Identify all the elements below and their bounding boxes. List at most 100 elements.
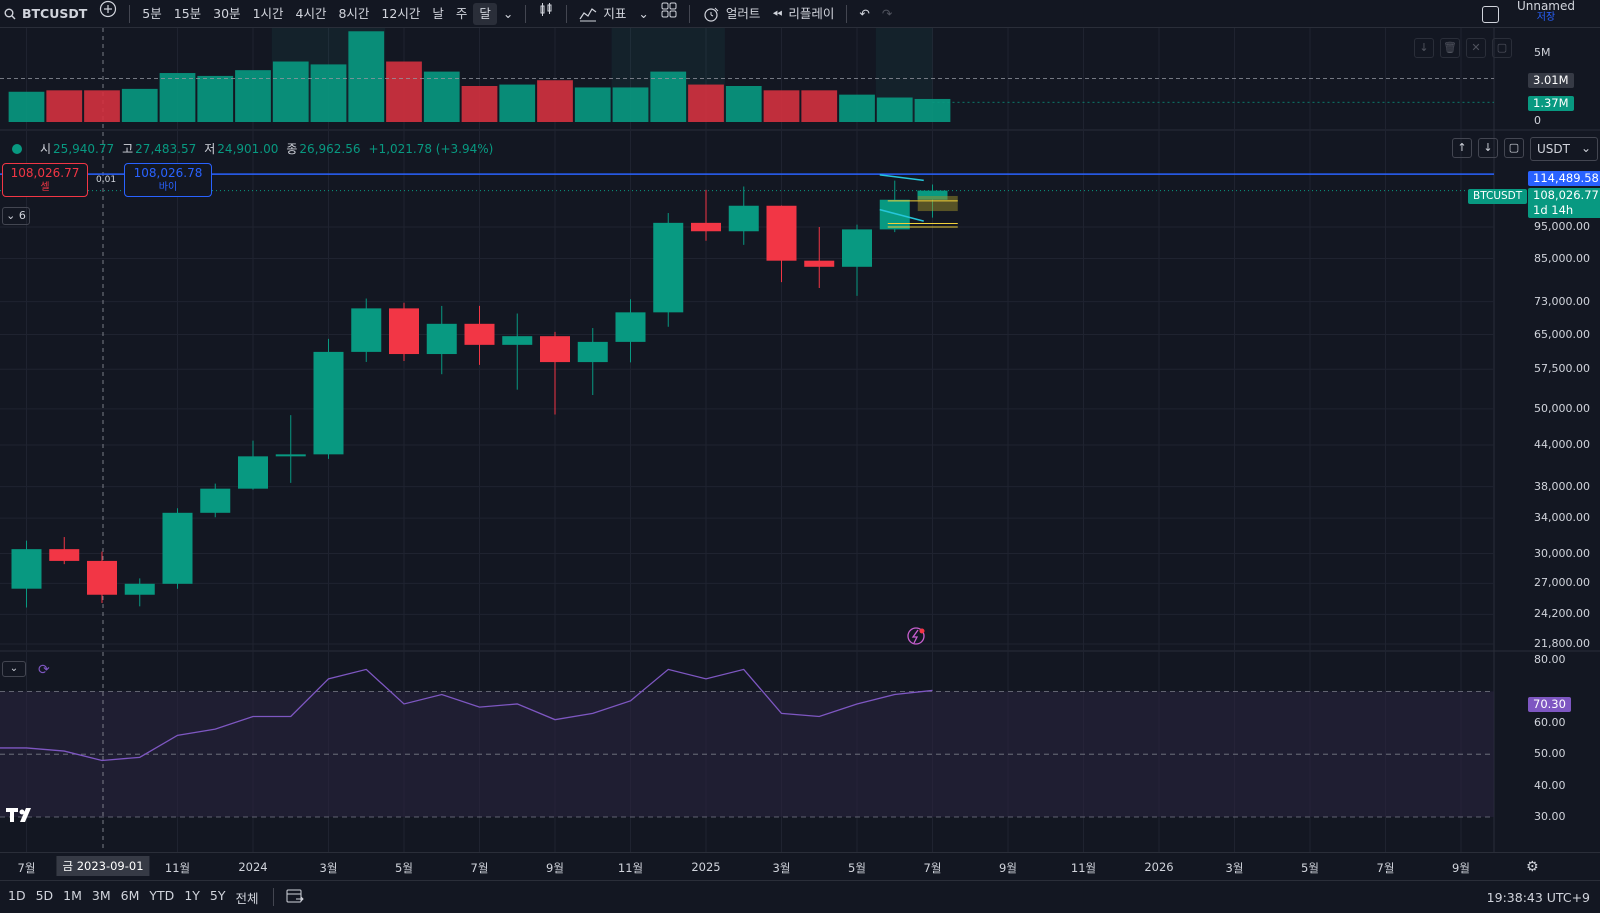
price-axis-label: 21,800.00	[1534, 637, 1590, 650]
last-price: 108,026.77	[1533, 188, 1599, 202]
interval-month[interactable]: 달	[473, 2, 497, 25]
time-axis-label: 9월	[1452, 861, 1470, 875]
interval-8h[interactable]: 8시간	[332, 0, 375, 28]
volume-bar	[763, 90, 800, 122]
layout-grid-icon[interactable]	[655, 0, 683, 28]
interval-day[interactable]: 날	[426, 0, 450, 28]
time-axis-label: 11월	[164, 861, 191, 875]
interval-12h[interactable]: 12시간	[375, 0, 426, 28]
bottom-bar: 1D 5D 1M 3M 6M YTD 1Y 5Y 전체 19:38:43 UTC+9	[0, 880, 1600, 913]
undo-icon[interactable]: ↶	[853, 0, 875, 28]
pane-maximize-icon[interactable]: ▢	[1492, 38, 1512, 58]
volume-bar	[235, 70, 271, 122]
interval-4h[interactable]: 4시간	[290, 0, 333, 28]
interval-15m[interactable]: 15분	[168, 0, 207, 28]
notification-dot	[919, 628, 925, 634]
range-button[interactable]: YTD	[145, 888, 178, 907]
candle-body	[426, 323, 457, 355]
volume-axis-label: 5M	[1534, 46, 1551, 59]
maximize-pane-icon[interactable]: ▢	[1504, 138, 1524, 158]
time-axis-label: 11월	[617, 861, 644, 875]
symbol-price-tag: BTCUSDT	[1468, 189, 1528, 204]
interval-5m[interactable]: 5분	[136, 0, 167, 28]
last-price-tag: 108,026.77 1d 14h	[1528, 188, 1600, 218]
range-button[interactable]: 1M	[59, 888, 86, 907]
lightning-icon-bolt	[911, 629, 919, 644]
sell-price: 108,026.77	[10, 166, 80, 180]
volume-bar	[310, 64, 347, 122]
symbol-search[interactable]: BTCUSDT	[0, 0, 93, 28]
alert-button[interactable]: 얼러트	[696, 0, 767, 28]
time-axis-label: 11월	[1070, 861, 1097, 875]
visibility-dot-icon[interactable]	[12, 143, 22, 154]
settings-gear-icon[interactable]: ⚙︎	[1526, 859, 1539, 875]
rsi-axis-label: 80.00	[1534, 653, 1566, 666]
rsi-collapse-chevron-down-icon[interactable]: ⌄	[2, 661, 26, 677]
alarm-clock-icon	[704, 7, 719, 22]
currency-select[interactable]: USDT ⌄	[1530, 137, 1598, 161]
pane-trash-icon[interactable]: 🗑︎	[1440, 38, 1460, 58]
volume-bar	[197, 75, 234, 122]
time-axis-label: 7월	[17, 861, 36, 875]
layout-name-button[interactable]: Unnamed 저장	[1517, 0, 1575, 24]
volume-bar	[423, 71, 460, 122]
clock[interactable]: 19:38:43 UTC+9	[1487, 881, 1590, 913]
divider	[688, 4, 690, 23]
indicators-button[interactable]: 지표	[573, 0, 632, 28]
range-button[interactable]: 6M	[117, 888, 144, 907]
indicators-chevron-down-icon[interactable]: ⌄	[632, 0, 654, 28]
candle-body	[351, 308, 382, 352]
candle-body	[615, 312, 646, 342]
rsi-current-tag: 70.30	[1528, 697, 1571, 712]
price-axis-label: 57,500.00	[1534, 362, 1590, 376]
redo-icon[interactable]: ↷	[876, 0, 898, 28]
buy-button[interactable]: 108,026.78 바이	[124, 163, 212, 197]
volume-bar	[461, 86, 498, 122]
close-key: 종	[286, 142, 298, 156]
price-axis-label: 73,000.00	[1534, 294, 1590, 308]
price-axis-label: 27,000.00	[1534, 576, 1590, 590]
volume-bar	[386, 61, 422, 122]
range-button[interactable]: 3M	[88, 888, 115, 907]
candle-type-icon[interactable]	[532, 0, 560, 28]
interval-1h[interactable]: 1시간	[247, 0, 290, 28]
move-down-arrow-icon[interactable]: ↓	[1478, 138, 1498, 158]
pane-down-arrow-icon[interactable]: ↓	[1414, 38, 1434, 58]
range-button[interactable]: 전체	[232, 888, 263, 907]
interval-dropdown-chevron-down-icon[interactable]: ⌄	[497, 0, 519, 28]
range-button[interactable]: 1D	[4, 888, 30, 907]
pane-collapse-icon[interactable]: ✕	[1466, 38, 1486, 58]
date-range-calendar-icon[interactable]	[280, 888, 310, 907]
fullscreen-icon[interactable]	[1482, 6, 1499, 23]
interval-week[interactable]: 주	[450, 0, 474, 28]
candle-body	[313, 351, 344, 455]
rsi-refresh-icon[interactable]: ⟳	[38, 662, 50, 678]
volume-bar	[8, 91, 45, 122]
candle-body	[577, 341, 608, 363]
time-axis-label: 7월	[923, 861, 942, 875]
candle-body	[87, 560, 117, 595]
indicator-collapse-toggle[interactable]: ⌄ 6	[2, 207, 30, 225]
rsi-axis-label: 60.00	[1534, 715, 1566, 729]
low-key: 저	[204, 142, 216, 156]
divider	[272, 888, 274, 906]
compare-add-icon[interactable]	[93, 0, 123, 28]
candle-body	[162, 512, 193, 584]
range-button[interactable]: 1Y	[180, 888, 204, 907]
price-axis-label: 95,000.00	[1534, 220, 1590, 233]
range-button[interactable]: 5D	[32, 888, 58, 907]
range-button[interactable]: 5Y	[206, 888, 230, 907]
volume-bar	[159, 73, 196, 122]
move-up-arrow-icon[interactable]: ↑	[1452, 138, 1472, 158]
indicators-icon	[579, 7, 597, 21]
time-axis-label: 2026	[1144, 860, 1174, 874]
replay-button[interactable]: ⏪︎ 리플레이	[766, 0, 840, 28]
time-axis[interactable]: 금 2023-09-01 ⚙︎ 7월 11월 2024 3월 5월 7월 9월 11월 2025…	[0, 852, 1600, 880]
symbol-name: BTCUSDT	[22, 5, 88, 21]
top-toolbar: BTCUSDT 5분 15분 30분 1시간 4시간 8시간 12시간 날 주 …	[0, 0, 1600, 28]
candle-body	[691, 222, 721, 232]
sell-button[interactable]: 108,026.77 셀	[2, 163, 88, 197]
interval-30m[interactable]: 30분	[207, 0, 246, 28]
time-axis-label: 3월	[772, 861, 791, 875]
alert-price-tag[interactable]: 114,489.58	[1528, 171, 1600, 186]
